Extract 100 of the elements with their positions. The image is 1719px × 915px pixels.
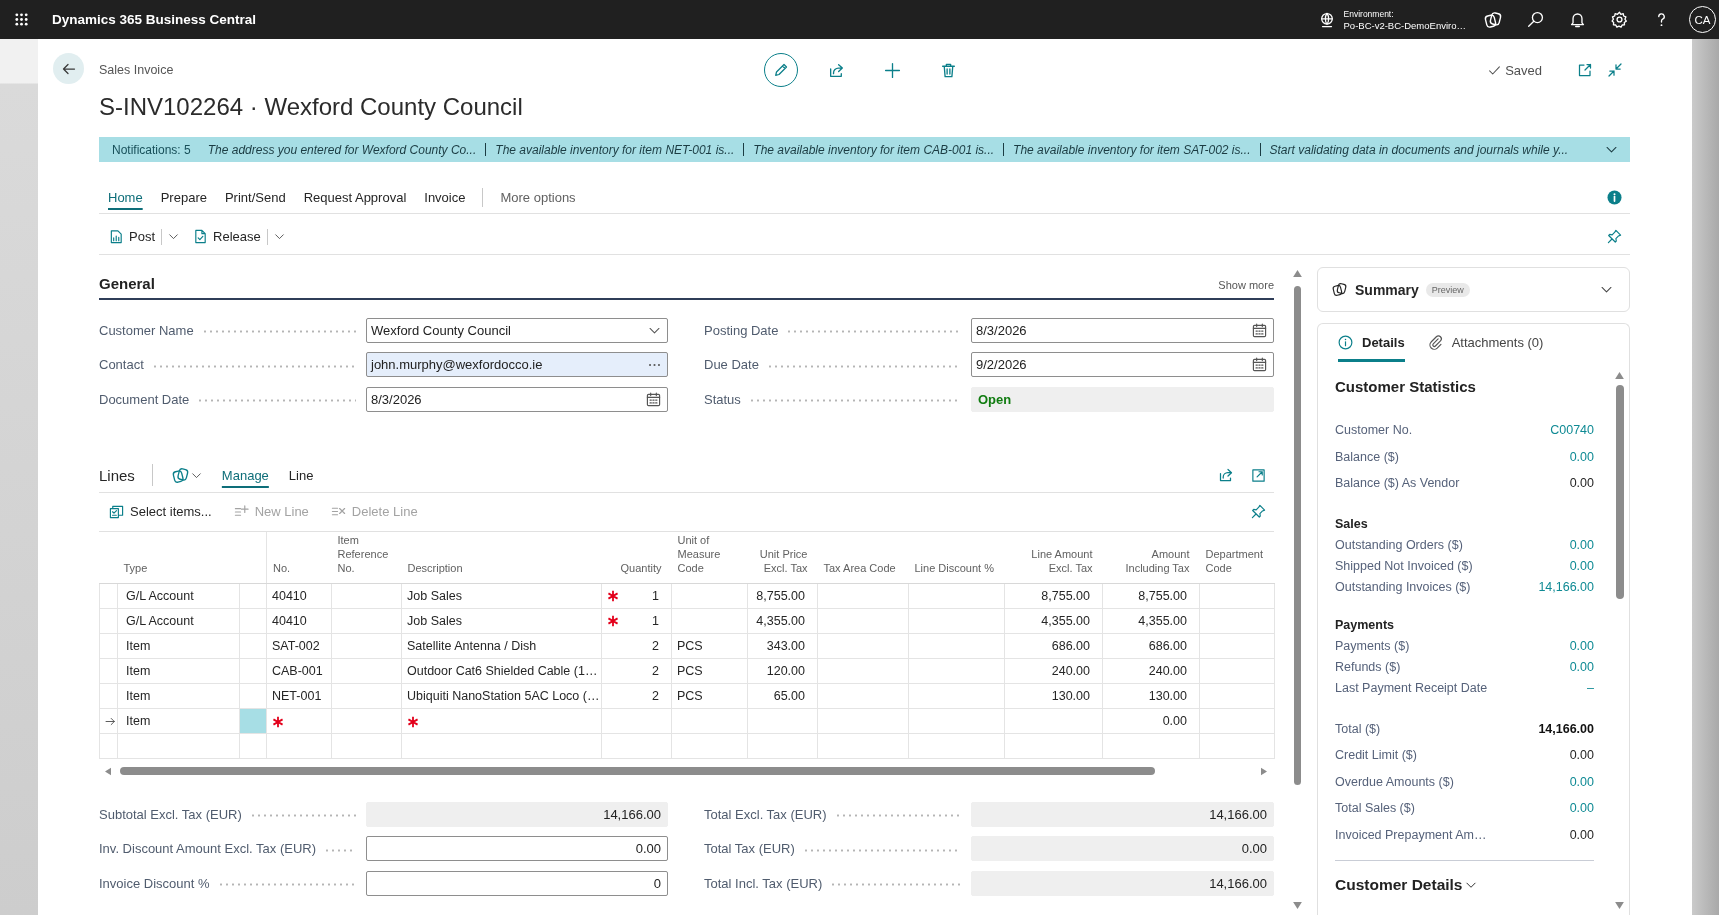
scrollbar-thumb[interactable] [1615, 385, 1624, 599]
field-label: Total Tax (EUR) [704, 841, 795, 857]
open-in-new-window-icon[interactable] [1577, 62, 1593, 78]
column-header[interactable]: Unit of Measure Code [671, 531, 748, 584]
scrollbar-thumb[interactable] [120, 767, 1155, 775]
expand-icon[interactable] [1251, 467, 1266, 483]
table-cell: 2 [601, 658, 672, 684]
release-button[interactable]: Release [193, 229, 261, 244]
stat-link[interactable]: 0.00 [1569, 801, 1594, 816]
collapse-icon[interactable] [1607, 62, 1623, 78]
read-only-field: 14,166.00 [971, 870, 1274, 896]
column-header[interactable]: Type [117, 531, 240, 584]
notification-message[interactable]: The available inventory for item NET-001 is... [495, 142, 735, 157]
layered-shapes-icon[interactable] [1484, 10, 1502, 29]
date-field[interactable]: 8/3/2026 [971, 317, 1274, 343]
column-header[interactable]: Tax Area Code [817, 531, 909, 584]
table-cell: 2 [601, 633, 672, 659]
lookup-field[interactable]: john.murphy@wexfordocco.ie [366, 352, 668, 378]
menu-tab[interactable]: Prepare [151, 182, 216, 213]
share-icon[interactable] [828, 61, 845, 79]
search-icon[interactable] [1526, 11, 1544, 28]
stat-label: Credit Limit ($) [1335, 748, 1417, 763]
notification-message[interactable]: The available inventory for item SAT-002 is... [1013, 142, 1251, 157]
panel-tab[interactable]: Attachments (0) [1427, 330, 1544, 362]
column-header[interactable]: Line Amount Excl. Tax [1004, 531, 1103, 584]
column-header[interactable]: Description [401, 531, 602, 584]
pin-icon[interactable] [1607, 229, 1622, 244]
menu-tab[interactable]: Request Approval [294, 182, 416, 213]
menu-tab[interactable]: Print/Send [215, 182, 295, 213]
stat-link[interactable]: 0.00 [1569, 774, 1594, 789]
scroll-up-icon[interactable] [1615, 372, 1624, 379]
dropdown-field[interactable]: Wexford County Council [366, 317, 668, 343]
stat-label: Invoiced Prepayment Am… [1335, 827, 1487, 842]
stat-link[interactable]: 0.00 [1569, 660, 1594, 674]
read-only-field: 14,166.00 [971, 801, 1274, 827]
stat-link[interactable]: 14,166.00 [1538, 580, 1594, 594]
add-icon[interactable] [884, 61, 901, 79]
table-cell: 686.00 [1004, 633, 1103, 659]
delete-icon[interactable] [940, 61, 957, 79]
column-header[interactable]: Item Reference No. [331, 531, 402, 584]
bell-icon[interactable] [1568, 11, 1586, 28]
notification-message[interactable]: Start validating data in documents and journals while y... [1269, 142, 1569, 157]
stat-label: Shipped Not Invoiced ($) [1335, 559, 1473, 573]
table-cell: PCS [671, 658, 748, 684]
column-header[interactable]: No. [266, 531, 332, 584]
field-label: Contact [99, 357, 144, 373]
menu-tab[interactable]: Invoice [415, 182, 475, 213]
stat-link[interactable]: 0.00 [1569, 538, 1594, 552]
info-icon [1338, 335, 1353, 350]
table-cell: 120.00 [747, 658, 818, 684]
table-cell: 130.00 [1102, 683, 1200, 709]
caret-down-icon[interactable] [168, 231, 179, 242]
column-header[interactable]: Amount Including Tax [1102, 531, 1200, 584]
lines-tab[interactable]: Manage [211, 458, 279, 492]
select-items-button[interactable]: Select items... [109, 504, 212, 519]
notification-message[interactable]: The available inventory for item CAB-001 is... [753, 142, 995, 157]
input-field[interactable]: 0 [366, 870, 668, 896]
menu-tab[interactable]: Home [99, 182, 152, 213]
field-label: Due Date [704, 357, 759, 373]
field-label: Total Incl. Tax (EUR) [704, 875, 823, 891]
globe-icon [1318, 11, 1335, 28]
pin-icon[interactable] [1251, 504, 1266, 519]
scroll-right-icon[interactable] [1261, 766, 1267, 776]
section-title[interactable]: Customer Details [1335, 876, 1463, 894]
stat-value: 0.00 [1569, 827, 1594, 842]
stat-link[interactable]: C00740 [1550, 423, 1594, 438]
settings-icon[interactable] [1610, 11, 1628, 28]
column-header[interactable]: Quantity [601, 531, 672, 584]
table-cell: Outdoor Cat6 Shielded Cable (1… [401, 658, 602, 684]
notification-message[interactable]: The address you entered for Wexford County Co... [207, 142, 477, 157]
chart-document-icon [109, 229, 124, 244]
input-field[interactable]: 0.00 [366, 836, 668, 862]
app-launcher-icon[interactable] [13, 12, 29, 27]
panel-tab[interactable]: Details [1338, 330, 1405, 362]
info-icon[interactable] [1607, 190, 1622, 205]
scroll-up-icon[interactable] [1293, 270, 1302, 277]
date-field[interactable]: 9/2/2026 [971, 352, 1274, 378]
scroll-down-icon[interactable] [1615, 902, 1624, 909]
date-field[interactable]: 8/3/2026 [366, 386, 668, 412]
column-header[interactable]: Department Code [1199, 531, 1275, 584]
new-line-icon [233, 504, 249, 519]
column-header[interactable]: Unit Price Excl. Tax [747, 531, 818, 584]
stat-link[interactable]: 0.00 [1569, 449, 1594, 464]
field-label: Inv. Discount Amount Excl. Tax (EUR) [99, 841, 316, 857]
share-icon[interactable] [1218, 467, 1234, 483]
stat-link[interactable]: 0.00 [1569, 559, 1594, 573]
lines-tab[interactable]: Line [278, 458, 324, 492]
stat-link[interactable]: 0.00 [1569, 639, 1594, 653]
back-button[interactable] [53, 53, 84, 84]
scroll-left-icon[interactable] [105, 766, 111, 776]
column-header[interactable]: Line Discount % [908, 531, 1005, 584]
paperclip-icon [1427, 335, 1443, 350]
scrollbar-thumb[interactable] [1294, 286, 1301, 785]
stat-link[interactable]: – [1587, 681, 1594, 695]
field-label: Customer Name [99, 322, 194, 338]
show-more-link[interactable]: Show more [1218, 278, 1274, 292]
more-options-tab[interactable]: More options [491, 182, 585, 213]
scroll-down-icon[interactable] [1293, 902, 1302, 909]
post-button[interactable]: Post [109, 229, 155, 244]
caret-down-icon[interactable] [273, 231, 285, 242]
